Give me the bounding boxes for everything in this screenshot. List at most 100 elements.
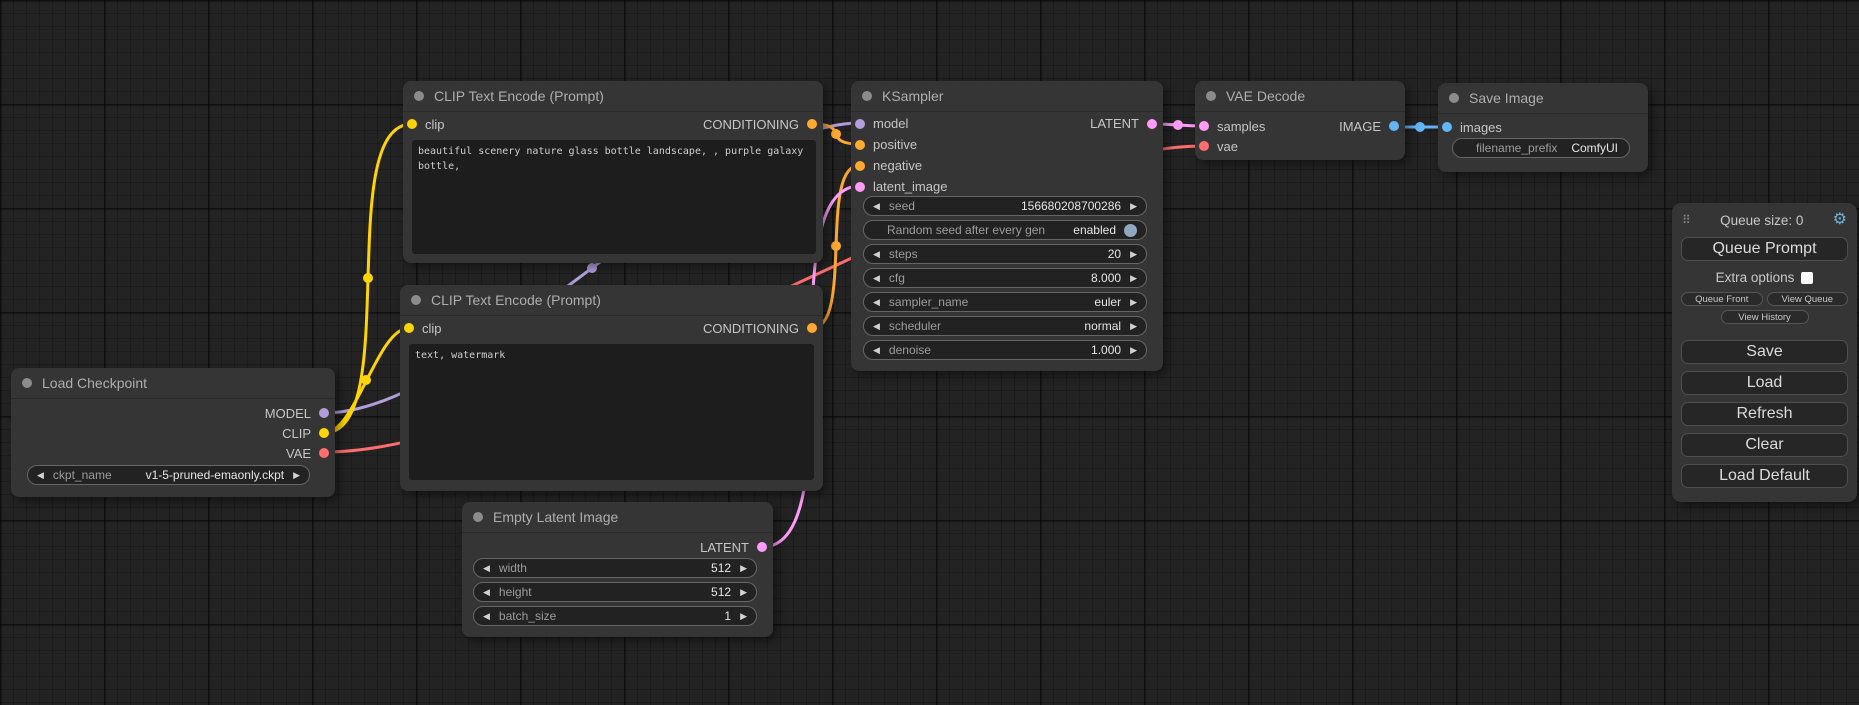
widget-label: sampler_name — [889, 295, 968, 309]
decrement-arrow-icon[interactable]: ◀ — [873, 250, 880, 259]
denoise-widget[interactable]: ◀ denoise 1.000 ▶ — [863, 340, 1147, 360]
node-title-bar[interactable]: KSampler — [851, 81, 1163, 112]
node-clip-text-encode-positive[interactable]: CLIP Text Encode (Prompt) clip CONDITION… — [403, 81, 823, 263]
conditioning-output-port[interactable] — [807, 119, 817, 129]
extra-options-label: Extra options — [1716, 270, 1795, 285]
filename-prefix-widget[interactable]: filename_prefix ComfyUI — [1452, 138, 1630, 158]
vae-input-port[interactable] — [1199, 141, 1209, 151]
output-slot-latent: LATENT — [1090, 116, 1157, 131]
width-widget[interactable]: ◀ width 512 ▶ — [473, 558, 757, 578]
node-title: CLIP Text Encode (Prompt) — [434, 88, 604, 104]
node-title: VAE Decode — [1226, 88, 1305, 104]
link-dot — [1173, 120, 1183, 130]
widget-value: v1-5-pruned-emaonly.ckpt — [146, 468, 285, 482]
height-widget[interactable]: ◀ height 512 ▶ — [473, 582, 757, 602]
increment-arrow-icon[interactable]: ▶ — [1130, 298, 1137, 307]
samples-input-port[interactable] — [1199, 121, 1209, 131]
increment-arrow-icon[interactable]: ▶ — [1130, 274, 1137, 283]
widget-value: 1 — [724, 609, 731, 623]
queue-prompt-button[interactable]: Queue Prompt — [1681, 237, 1848, 261]
negative-input-port[interactable] — [855, 161, 865, 171]
decrement-arrow-icon[interactable]: ◀ — [483, 588, 490, 597]
node-empty-latent-image[interactable]: Empty Latent Image LATENT ◀ width 512 ▶ … — [462, 502, 773, 637]
output-slot-conditioning: CONDITIONING — [703, 117, 817, 132]
clip-output-port[interactable] — [319, 428, 329, 438]
model-output-port[interactable] — [319, 408, 329, 418]
node-title-bar[interactable]: Load Checkpoint — [11, 368, 335, 399]
increment-arrow-icon[interactable]: ▶ — [740, 588, 747, 597]
node-load-checkpoint[interactable]: Load Checkpoint MODEL CLIP VAE ◀ ckpt_na… — [11, 368, 335, 497]
conditioning-output-port[interactable] — [807, 323, 817, 333]
positive-input-port[interactable] — [855, 140, 865, 150]
node-title: Load Checkpoint — [42, 375, 147, 391]
images-input-port[interactable] — [1442, 122, 1452, 132]
widget-label: cfg — [889, 271, 905, 285]
latent-image-input-port[interactable] — [855, 182, 865, 192]
increment-arrow-icon[interactable]: ▶ — [740, 612, 747, 621]
decrement-arrow-icon[interactable]: ◀ — [483, 564, 490, 573]
node-title-bar[interactable]: CLIP Text Encode (Prompt) — [400, 285, 823, 316]
toggle-knob-icon[interactable] — [1124, 224, 1137, 237]
refresh-button[interactable]: Refresh — [1681, 402, 1848, 426]
collapse-dot-icon[interactable] — [1449, 93, 1459, 103]
increment-arrow-icon[interactable]: ▶ — [740, 564, 747, 573]
ckpt-name-widget[interactable]: ◀ ckpt_name v1-5-pruned-emaonly.ckpt ▶ — [27, 465, 310, 485]
view-queue-button[interactable]: View Queue — [1767, 292, 1849, 306]
clear-button[interactable]: Clear — [1681, 433, 1848, 457]
decrement-arrow-icon[interactable]: ◀ — [873, 298, 880, 307]
decrement-arrow-icon[interactable]: ◀ — [873, 202, 880, 211]
random-seed-toggle-widget[interactable]: Random seed after every gen enabled — [863, 220, 1147, 240]
load-button[interactable]: Load — [1681, 371, 1848, 395]
prompt-text-input[interactable]: text, watermark — [409, 344, 814, 480]
scheduler-widget[interactable]: ◀ scheduler normal ▶ — [863, 316, 1147, 336]
view-history-button[interactable]: View History — [1721, 310, 1809, 324]
latent-output-port[interactable] — [1147, 119, 1157, 129]
node-save-image[interactable]: Save Image images filename_prefix ComfyU… — [1438, 83, 1648, 172]
increment-arrow-icon[interactable]: ▶ — [1130, 250, 1137, 259]
node-title-bar[interactable]: VAE Decode — [1195, 81, 1405, 112]
collapse-dot-icon[interactable] — [22, 378, 32, 388]
node-vae-decode[interactable]: VAE Decode samples IMAGE vae — [1195, 81, 1405, 160]
decrement-arrow-icon[interactable]: ◀ — [873, 322, 880, 331]
settings-gear-icon[interactable]: ⚙ — [1833, 212, 1847, 228]
cfg-widget[interactable]: ◀ cfg 8.000 ▶ — [863, 268, 1147, 288]
prompt-text-input[interactable]: beautiful scenery nature glass bottle la… — [412, 140, 816, 254]
decrement-arrow-icon[interactable]: ◀ — [37, 471, 44, 480]
output-slot-model: MODEL — [11, 403, 335, 423]
output-slot-vae: VAE — [11, 443, 335, 463]
drag-handle-icon[interactable]: ⠿ — [1682, 213, 1691, 227]
load-default-button[interactable]: Load Default — [1681, 464, 1848, 488]
latent-output-port[interactable] — [757, 542, 767, 552]
collapse-dot-icon[interactable] — [862, 91, 872, 101]
widget-label: batch_size — [499, 609, 556, 623]
collapse-dot-icon[interactable] — [1206, 91, 1216, 101]
link-dot — [587, 263, 597, 273]
node-title-bar[interactable]: Save Image — [1438, 83, 1648, 114]
collapse-dot-icon[interactable] — [411, 295, 421, 305]
clip-input-port[interactable] — [404, 323, 414, 333]
image-output-port[interactable] — [1389, 121, 1399, 131]
node-clip-text-encode-negative[interactable]: CLIP Text Encode (Prompt) clip CONDITION… — [400, 285, 823, 491]
clip-input-port[interactable] — [407, 119, 417, 129]
increment-arrow-icon[interactable]: ▶ — [1130, 346, 1137, 355]
sampler-name-widget[interactable]: ◀ sampler_name euler ▶ — [863, 292, 1147, 312]
node-ksampler[interactable]: KSampler model LATENT positive negative … — [851, 81, 1163, 371]
decrement-arrow-icon[interactable]: ◀ — [873, 346, 880, 355]
vae-output-port[interactable] — [319, 448, 329, 458]
model-input-port[interactable] — [855, 119, 865, 129]
queue-front-button[interactable]: Queue Front — [1681, 292, 1763, 306]
collapse-dot-icon[interactable] — [414, 91, 424, 101]
batch-size-widget[interactable]: ◀ batch_size 1 ▶ — [473, 606, 757, 626]
collapse-dot-icon[interactable] — [473, 512, 483, 522]
steps-widget[interactable]: ◀ steps 20 ▶ — [863, 244, 1147, 264]
increment-arrow-icon[interactable]: ▶ — [1130, 202, 1137, 211]
decrement-arrow-icon[interactable]: ◀ — [873, 274, 880, 283]
save-button[interactable]: Save — [1681, 340, 1848, 364]
increment-arrow-icon[interactable]: ▶ — [293, 471, 300, 480]
node-title-bar[interactable]: Empty Latent Image — [462, 502, 773, 533]
seed-widget[interactable]: ◀ seed 156680208700286 ▶ — [863, 196, 1147, 216]
increment-arrow-icon[interactable]: ▶ — [1130, 322, 1137, 331]
node-title-bar[interactable]: CLIP Text Encode (Prompt) — [403, 81, 823, 112]
extra-options-checkbox[interactable] — [1801, 272, 1813, 284]
decrement-arrow-icon[interactable]: ◀ — [483, 612, 490, 621]
